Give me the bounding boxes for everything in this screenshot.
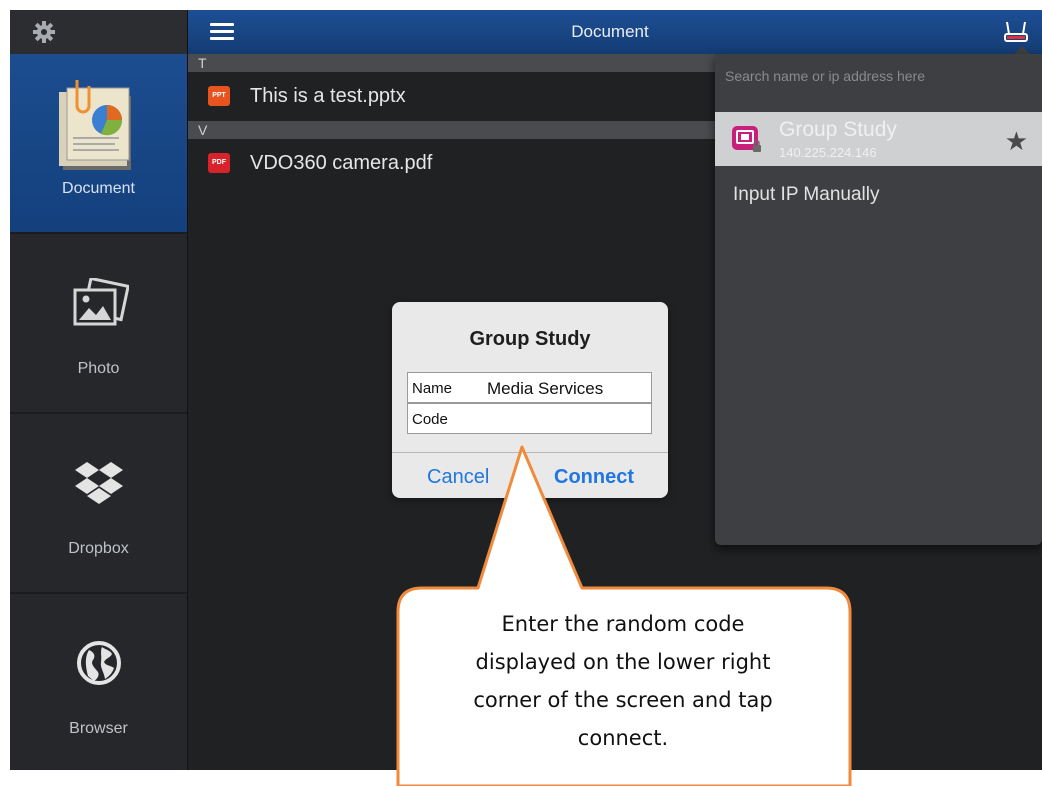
- code-input[interactable]: [468, 408, 650, 431]
- router-icon[interactable]: [1002, 18, 1030, 46]
- callout-line: connect.: [577, 726, 669, 750]
- name-value: Media Services: [487, 379, 604, 398]
- sidebar-item-document[interactable]: Document: [10, 54, 187, 234]
- connect-dialog: Group Study Name Media Services Code Can…: [392, 302, 668, 498]
- name-label: Name: [412, 380, 453, 397]
- sidebar-item-label: Photo: [77, 360, 120, 377]
- callout-text: Enter the random code displayed on the l…: [408, 605, 838, 757]
- sidebar-item-photo[interactable]: Photo: [10, 234, 187, 414]
- connect-button[interactable]: Connect: [554, 466, 634, 489]
- sidebar-item-dropbox[interactable]: Dropbox: [10, 414, 187, 594]
- document-icon: [58, 80, 131, 170]
- device-name: Group Study: [779, 118, 897, 141]
- input-ip-manually-option[interactable]: Input IP Manually: [733, 184, 879, 206]
- display-lock-icon: [732, 126, 761, 152]
- dialog-divider: [392, 452, 668, 453]
- device-ip: 140.225.224.146: [779, 145, 877, 160]
- name-field: Name Media Services: [407, 372, 652, 403]
- sidebar-item-label: Browser: [69, 720, 128, 737]
- device-search-input[interactable]: Search name or ip address here: [725, 68, 925, 84]
- pptx-file-icon: PPT: [208, 86, 230, 106]
- sidebar-header: [10, 10, 188, 54]
- globe-icon: [76, 641, 121, 685]
- hamburger-menu-icon[interactable]: [210, 23, 234, 41]
- sidebar-item-label: Document: [62, 180, 135, 197]
- star-icon[interactable]: ★: [1005, 126, 1028, 157]
- device-row-group-study[interactable]: Group Study 140.225.224.146 ★: [715, 112, 1042, 166]
- photo-icon: [73, 278, 129, 326]
- sidebar: Document Photo Dropbox Browser: [10, 54, 188, 770]
- file-name: VDO360 camera.pdf: [250, 152, 433, 174]
- callout-line: displayed on the lower right: [475, 650, 771, 674]
- dropbox-icon: [74, 462, 123, 504]
- device-panel: Search name or ip address here Group Stu…: [715, 54, 1042, 545]
- callout-line: Enter the random code: [501, 612, 745, 636]
- code-label: Code: [412, 411, 448, 428]
- code-field: Code: [407, 403, 652, 434]
- dialog-title: Group Study: [469, 328, 591, 350]
- sidebar-item-label: Dropbox: [68, 540, 129, 557]
- file-name: This is a test.pptx: [250, 85, 406, 107]
- pdf-file-icon: PDF: [208, 153, 230, 173]
- cancel-button[interactable]: Cancel: [427, 466, 489, 489]
- sidebar-item-browser[interactable]: Browser: [10, 594, 187, 770]
- gear-icon[interactable]: [32, 20, 56, 44]
- callout-line: corner of the screen and tap: [473, 688, 773, 712]
